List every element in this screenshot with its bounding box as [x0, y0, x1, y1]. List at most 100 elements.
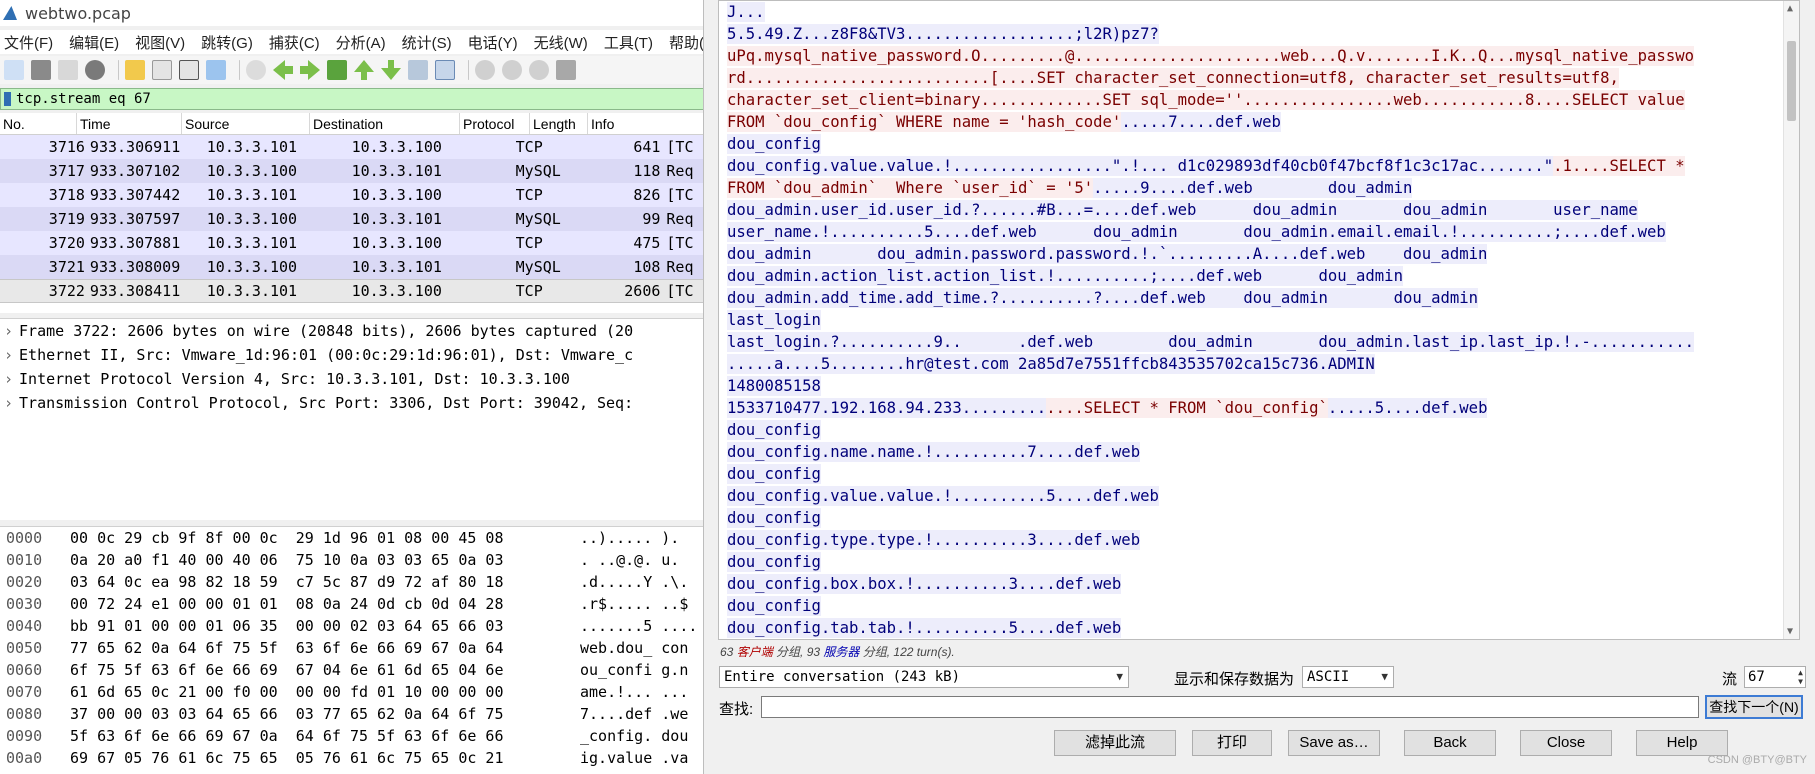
spin-arrows-icon[interactable]: ▲ ▼: [1798, 668, 1803, 686]
packet-row[interactable]: 3718 933.307442 10.3.3.101 10.3.3.100 TC…: [0, 183, 705, 207]
filter-out-stream-button[interactable]: 滤掉此流: [1054, 730, 1176, 756]
window-title: webtwo.pcap: [25, 3, 131, 23]
conversation-select[interactable]: Entire conversation (243 kB) ▼: [719, 666, 1129, 688]
hex-line[interactable]: 0000 00 0c 29 cb 9f 8f 00 0c 29 1d 96 01 …: [0, 527, 705, 549]
server-segment: dou_config: [727, 552, 821, 572]
find-packet-icon[interactable]: [246, 60, 266, 80]
server-segment: 1480085158: [727, 376, 821, 396]
hex-line[interactable]: 0050 77 65 62 0a 64 6f 75 5f 63 6f 6e 66 …: [0, 637, 705, 659]
stream-content[interactable]: J... 5.5.49.Z...z8F8&TV3.................…: [718, 0, 1800, 640]
reload-file-icon[interactable]: [206, 60, 226, 80]
go-to-packet-icon[interactable]: [327, 60, 347, 80]
hex-line[interactable]: 0090 5f 63 6f 6e 66 69 67 0a 64 6f 75 5f …: [0, 725, 705, 747]
column-header-no[interactable]: No.: [0, 113, 77, 134]
open-file-icon[interactable]: [125, 60, 145, 80]
packet-no: 3722: [48, 282, 85, 300]
go-forward-icon[interactable]: [300, 60, 320, 80]
zoom-out-icon[interactable]: [502, 60, 522, 80]
tree-item-label: Transmission Control Protocol, Src Port:…: [19, 394, 634, 412]
close-file-icon[interactable]: [179, 60, 199, 80]
auto-scroll-icon[interactable]: [408, 60, 428, 80]
stop-capture-icon[interactable]: [31, 60, 51, 80]
menu-telephony[interactable]: 电话(Y): [468, 32, 518, 53]
restart-capture-icon[interactable]: [58, 60, 78, 80]
menu-go[interactable]: 跳转(G): [201, 32, 253, 53]
back-button[interactable]: Back: [1404, 730, 1496, 756]
packet-destination: 10.3.3.100: [351, 138, 442, 156]
menu-help[interactable]: 帮助(: [669, 32, 704, 53]
hex-line[interactable]: 0020 03 64 0c ea 98 82 18 59 c7 5c 87 d9 …: [0, 571, 705, 593]
column-header-source[interactable]: Source: [182, 113, 310, 134]
hex-line[interactable]: 0010 0a 20 a0 f1 40 00 40 06 75 10 0a 03 …: [0, 549, 705, 571]
find-next-button[interactable]: 查找下一个(N): [1705, 695, 1803, 719]
packet-row[interactable]: 3717 933.307102 10.3.3.100 10.3.3.101 My…: [0, 159, 705, 183]
bookmark-icon[interactable]: [4, 92, 11, 106]
close-button[interactable]: Close: [1520, 730, 1612, 756]
colorize-icon[interactable]: [435, 60, 455, 80]
tree-item-frame[interactable]: › Frame 3722: 2606 bytes on wire (20848 b…: [0, 319, 705, 343]
capture-options-icon[interactable]: [85, 60, 105, 80]
menu-capture[interactable]: 捕获(C): [269, 32, 320, 53]
packet-bytes-pane: 0000 00 0c 29 cb 9f 8f 00 0c 29 1d 96 01 …: [0, 526, 705, 774]
menu-view[interactable]: 视图(V): [135, 32, 185, 53]
packet-length: 118: [633, 162, 661, 180]
server-segment: dou_admin.action_list.action_list.!.....…: [727, 266, 1403, 286]
column-header-destination[interactable]: Destination: [310, 113, 460, 134]
expand-arrow-icon[interactable]: ›: [4, 394, 13, 412]
start-capture-icon[interactable]: [4, 60, 24, 80]
hex-line[interactable]: 0040 bb 91 01 00 00 01 06 35 00 00 02 03 …: [0, 615, 705, 637]
first-packet-icon[interactable]: [354, 60, 374, 80]
tree-item-tcp[interactable]: › Transmission Control Protocol, Src Port…: [0, 391, 705, 415]
packet-row[interactable]: 3721 933.308009 10.3.3.100 10.3.3.101 My…: [0, 255, 705, 279]
save-as-button[interactable]: Save as…: [1288, 730, 1380, 756]
vertical-scrollbar[interactable]: ▲ ▼: [1783, 1, 1799, 639]
encoding-select[interactable]: ASCII ▼: [1302, 666, 1394, 688]
hex-ascii: ..)..... ).: [580, 529, 680, 547]
hex-bytes: 6f 75 5f 63 6f 6e 66 69 67 04 6e 61 6d 6…: [70, 661, 504, 679]
expand-arrow-icon[interactable]: ›: [4, 370, 13, 388]
hex-line[interactable]: 0030 00 72 24 e1 00 00 01 01 08 0a 24 0d …: [0, 593, 705, 615]
stream-line: 1533710477.192.168.94.233.............SE…: [719, 397, 1799, 419]
packet-row[interactable]: 3720 933.307881 10.3.3.101 10.3.3.100 TC…: [0, 231, 705, 255]
last-packet-icon[interactable]: [381, 60, 401, 80]
hex-line[interactable]: 0070 61 6d 65 0c 21 00 f0 00 00 00 fd 01 …: [0, 681, 705, 703]
zoom-in-icon[interactable]: [475, 60, 495, 80]
find-input[interactable]: [761, 696, 1699, 718]
display-filter-bar[interactable]: tcp.stream eq 67: [0, 88, 705, 110]
column-header-protocol[interactable]: Protocol: [460, 113, 530, 134]
menu-file[interactable]: 文件(F): [4, 32, 53, 53]
resize-columns-icon[interactable]: [556, 60, 576, 80]
scrollbar-thumb[interactable]: [1787, 41, 1796, 121]
print-button[interactable]: 打印: [1192, 730, 1272, 756]
server-segment: dou_config: [727, 420, 821, 440]
menu-tools[interactable]: 工具(T): [604, 32, 653, 53]
zoom-normal-icon[interactable]: [529, 60, 549, 80]
column-header-time[interactable]: Time: [77, 113, 182, 134]
menu-analyze[interactable]: 分析(A): [336, 32, 386, 53]
help-button[interactable]: Help: [1636, 730, 1728, 756]
hex-bytes: 00 0c 29 cb 9f 8f 00 0c 29 1d 96 01 08 0…: [70, 529, 504, 547]
stream-number-spinbox[interactable]: 67 ▲ ▼: [1744, 666, 1806, 688]
hex-line[interactable]: 0080 37 00 00 03 03 64 65 66 03 77 65 62 …: [0, 703, 705, 725]
menu-edit[interactable]: 编辑(E): [69, 32, 119, 53]
column-header-length[interactable]: Length: [530, 113, 588, 134]
menu-wireless[interactable]: 无线(W): [534, 32, 588, 53]
scroll-up-icon[interactable]: ▲: [1787, 3, 1793, 14]
packet-row[interactable]: 3719 933.307597 10.3.3.100 10.3.3.101 My…: [0, 207, 705, 231]
hex-line[interactable]: 0060 6f 75 5f 63 6f 6e 66 69 67 04 6e 61 …: [0, 659, 705, 681]
menu-statistics[interactable]: 统计(S): [402, 32, 452, 53]
scroll-down-icon[interactable]: ▼: [1787, 626, 1793, 637]
column-header-info[interactable]: Info: [588, 113, 705, 134]
hex-line[interactable]: 00a0 69 67 05 76 61 6c 75 65 05 76 61 6c …: [0, 747, 705, 769]
expand-arrow-icon[interactable]: ›: [4, 346, 13, 364]
expand-arrow-icon[interactable]: ›: [4, 322, 13, 340]
go-back-icon[interactable]: [273, 60, 293, 80]
display-filter-input[interactable]: tcp.stream eq 67: [16, 91, 151, 107]
stream-line: character_set_client=binary.............…: [719, 89, 1799, 111]
packet-row-selected[interactable]: 3722 933.308411 10.3.3.101 10.3.3.100 TC…: [0, 279, 705, 303]
save-file-icon[interactable]: [152, 60, 172, 80]
packet-row[interactable]: 3716 933.306911 10.3.3.101 10.3.3.100 TC…: [0, 135, 705, 159]
tree-item-ethernet[interactable]: › Ethernet II, Src: Vmware_1d:96:01 (00:0…: [0, 343, 705, 367]
packet-info: Req: [666, 162, 694, 180]
tree-item-ip[interactable]: › Internet Protocol Version 4, Src: 10.3.…: [0, 367, 705, 391]
